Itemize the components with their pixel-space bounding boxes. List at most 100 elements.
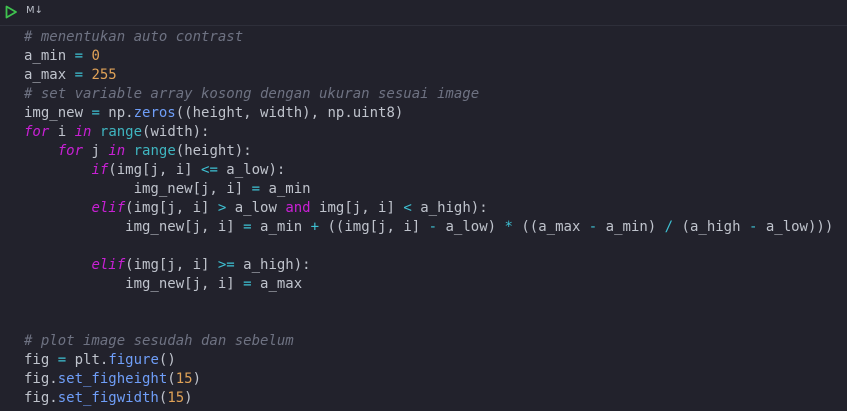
code-text: (img[j, i] — [108, 162, 202, 178]
code-keyword: in — [108, 143, 126, 159]
code-number: 15 — [167, 390, 185, 406]
code-line: a_max = 255 — [24, 66, 833, 85]
code-line: for i in range(width): — [24, 123, 833, 142]
code-number: 255 — [91, 67, 117, 83]
code-keyword: elif — [91, 257, 126, 273]
play-icon[interactable] — [4, 5, 18, 19]
code-line: elif(img[j, i] >= a_high): — [24, 256, 833, 275]
code-text: a_max — [24, 67, 75, 83]
code-line: img_new[j, i] = a_min — [24, 180, 833, 199]
code-keyword: elif — [91, 200, 126, 216]
code-text: ) — [184, 390, 193, 406]
code-text: a_max — [251, 276, 303, 292]
code-line: a_min = 0 — [24, 47, 833, 66]
code-text: img_new[j, i] — [24, 276, 244, 292]
code-line: if(img[j, i] <= a_low): — [24, 161, 833, 180]
code-text: ( — [167, 371, 176, 387]
code-keyword: in — [74, 124, 92, 140]
code-line: fig.set_figwidth(15) — [24, 389, 833, 408]
code-function: figure — [108, 352, 159, 368]
code-operator: + — [310, 219, 320, 235]
code-text: a_low))) — [757, 219, 834, 235]
code-operator: = — [74, 67, 84, 83]
code-function: zeros — [133, 105, 176, 121]
code-operator: = — [251, 181, 261, 197]
code-keyword: for — [57, 143, 84, 159]
code-function: set_figheight — [57, 371, 168, 387]
code-operator: < — [403, 200, 412, 216]
code-line: # set variable array kosong dengan ukura… — [24, 85, 833, 104]
code-line: img_new = np.zeros((height, width), np.u… — [24, 104, 833, 123]
code-operator: = — [243, 219, 252, 235]
code-text: (height): — [175, 143, 252, 159]
code-editor[interactable]: # menentukan auto contrast a_min = 0 a_max… — [24, 28, 833, 408]
code-operator: * — [504, 219, 513, 235]
code-operator: / — [664, 219, 674, 235]
code-comment: # set variable array kosong dengan ukura… — [24, 86, 480, 102]
code-number: 15 — [175, 371, 193, 387]
code-text: ) — [192, 371, 202, 387]
code-builtin: range — [99, 124, 143, 140]
code-line: img_new[j, i] = a_min + ((img[j, i] - a_… — [24, 218, 833, 237]
code-text: a_high): — [234, 257, 311, 273]
code-text: img_new — [24, 105, 92, 121]
code-text: fig. — [24, 390, 58, 406]
code-operator: = — [91, 105, 100, 121]
code-text: a_low): — [217, 162, 286, 178]
code-line: fig.set_figheight(15) — [24, 370, 833, 389]
code-text: a_min) — [597, 219, 665, 235]
code-operator: = — [57, 352, 67, 368]
code-text: (img[j, i] — [125, 257, 218, 273]
code-text: i — [49, 124, 75, 140]
code-line: fig = plt.figure() — [24, 351, 833, 370]
code-line: # plot image sesudah dan sebelum — [24, 332, 833, 351]
code-operator: - — [428, 219, 438, 235]
code-keyword: for — [24, 124, 50, 140]
code-text: j — [83, 143, 109, 159]
code-text: (img[j, i] — [125, 200, 218, 216]
code-text: a_high): — [411, 200, 488, 216]
code-operator: = — [74, 48, 84, 64]
code-text: img_new[j, i] — [24, 219, 244, 235]
code-operator: <= — [201, 162, 218, 178]
code-text: a_min — [24, 48, 75, 64]
code-text: img_new[j, i] — [24, 181, 252, 197]
markdown-toggle-button[interactable]: M↓ — [26, 5, 43, 16]
code-text: (a_high — [673, 219, 749, 235]
code-text: a_min — [251, 219, 311, 235]
code-operator: >= — [217, 257, 235, 273]
code-comment: # menentukan auto contrast — [24, 29, 244, 45]
code-line: img_new[j, i] = a_max — [24, 275, 833, 294]
code-text: a_min — [260, 181, 311, 197]
code-text: () — [158, 352, 176, 368]
code-line: elif(img[j, i] > a_low and img[j, i] < a… — [24, 199, 833, 218]
code-comment: # plot image sesudah dan sebelum — [24, 333, 294, 349]
code-keyword: if — [91, 162, 109, 178]
code-keyword: and — [285, 200, 311, 216]
code-text: img[j, i] — [310, 200, 404, 216]
code-text: ((a_max — [512, 219, 589, 235]
code-function: set_figwidth — [57, 390, 159, 406]
code-text: np. — [99, 105, 134, 121]
code-builtin: range — [133, 143, 176, 159]
code-text: plt. — [66, 352, 109, 368]
code-text: ((img[j, i] — [319, 219, 429, 235]
code-operator: = — [243, 276, 252, 292]
code-text: (width): — [142, 124, 210, 140]
code-text: a_low — [226, 200, 286, 216]
code-text: a_low) — [437, 219, 505, 235]
code-line: # menentukan auto contrast — [24, 28, 833, 47]
code-line: for j in range(height): — [24, 142, 833, 161]
cell-toolbar: M↓ — [0, 0, 847, 26]
code-text: fig. — [24, 371, 58, 387]
code-text: ((height, width), np.uint8) — [175, 105, 404, 121]
